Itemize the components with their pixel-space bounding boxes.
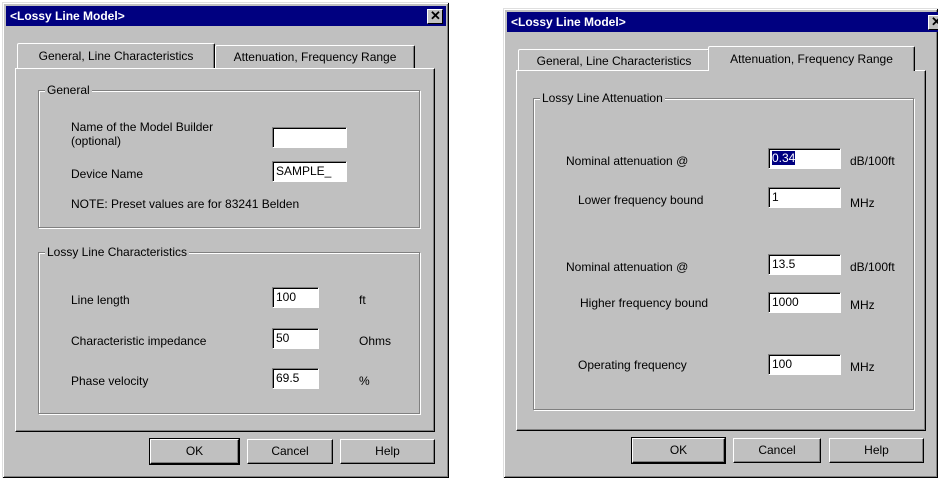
nominal-attenuation-2-label: Nominal attenuation @ — [566, 260, 689, 274]
right-tab-panel: Lossy Line Attenuation Nominal attenuati… — [516, 70, 926, 431]
close-icon: ✕ — [931, 14, 938, 29]
line-length-unit: ft — [359, 293, 366, 307]
nominal-attenuation-1-unit: dB/100ft — [850, 154, 895, 168]
nominal-attenuation-1-input[interactable]: 0.34 — [768, 148, 841, 169]
model-builder-input[interactable] — [272, 127, 347, 148]
left-help-button[interactable]: Help — [340, 439, 435, 464]
help-label: Help — [375, 444, 400, 458]
right-ok-button[interactable]: OK — [631, 437, 726, 464]
right-tab-attenuation[interactable]: Attenuation, Frequency Range — [708, 46, 915, 71]
help-label: Help — [864, 443, 889, 457]
cancel-label: Cancel — [271, 444, 309, 458]
operating-frequency-unit: MHz — [850, 360, 875, 374]
device-name-input[interactable]: SAMPLE_ — [272, 161, 347, 182]
left-dialog-title: <Lossy Line Model> — [10, 9, 125, 23]
impedance-label: Characteristic impedance — [71, 334, 207, 348]
right-help-button[interactable]: Help — [829, 438, 924, 463]
tab-label: Attenuation, Frequency Range — [730, 52, 893, 66]
lower-frequency-unit: MHz — [850, 196, 875, 210]
close-icon: ✕ — [430, 8, 441, 23]
device-name-label: Device Name — [71, 167, 144, 181]
higher-frequency-label: Higher frequency bound — [580, 296, 709, 310]
line-length-label: Line length — [71, 293, 130, 307]
preset-note: NOTE: Preset values are for 83241 Belden — [71, 197, 300, 211]
right-dialog-window: <Lossy Line Model> ✕ General, Line Chara… — [503, 8, 938, 478]
right-tab-general-line[interactable]: General, Line Characteristics — [518, 49, 710, 72]
nominal-attenuation-1-label: Nominal attenuation @ — [566, 154, 689, 168]
left-tab-general-line[interactable]: General, Line Characteristics — [17, 43, 215, 68]
model-builder-optional-label: (optional) — [71, 134, 122, 148]
nominal-attenuation-2-input[interactable]: 13.5 — [768, 254, 841, 275]
ok-label: OK — [185, 444, 204, 458]
lossy-line-group-label: Lossy Line Characteristics — [45, 245, 190, 259]
general-group: General Name of the Model Builder (optio… — [38, 83, 420, 228]
phase-velocity-label: Phase velocity — [71, 374, 149, 388]
line-length-input[interactable]: 100 — [272, 287, 319, 308]
lossy-line-characteristics-group: Lossy Line Characteristics Line length 1… — [38, 245, 420, 414]
cancel-label: Cancel — [758, 443, 796, 457]
left-cancel-button[interactable]: Cancel — [247, 439, 333, 464]
operating-frequency-label: Operating frequency — [578, 358, 687, 372]
ok-label: OK — [669, 443, 688, 457]
left-dialog-window: <Lossy Line Model> ✕ General, Line Chara… — [2, 2, 449, 478]
tab-label: Attenuation, Frequency Range — [233, 50, 397, 64]
lower-frequency-label: Lower frequency bound — [578, 193, 704, 207]
higher-frequency-input[interactable]: 1000 — [768, 292, 841, 313]
phase-velocity-unit: % — [359, 374, 370, 388]
tab-label: General, Line Characteristics — [536, 54, 692, 68]
left-tab-attenuation[interactable]: Attenuation, Frequency Range — [215, 45, 415, 68]
tab-label: General, Line Characteristics — [38, 49, 194, 63]
right-close-button[interactable]: ✕ — [928, 14, 938, 30]
impedance-input[interactable]: 50 — [272, 328, 319, 349]
nominal-attenuation-1-value: 0.34 — [772, 151, 796, 165]
model-builder-label: Name of the Model Builder — [71, 120, 214, 134]
general-group-label: General — [45, 83, 92, 97]
lossy-line-attenuation-group: Lossy Line Attenuation Nominal attenuati… — [533, 91, 914, 410]
lower-frequency-input[interactable]: 1 — [768, 187, 841, 208]
right-title-bar[interactable]: <Lossy Line Model> ✕ — [507, 12, 938, 32]
impedance-unit: Ohms — [359, 334, 392, 348]
right-cancel-button[interactable]: Cancel — [733, 438, 821, 463]
phase-velocity-input[interactable]: 69.5 — [272, 368, 319, 389]
operating-frequency-input[interactable]: 100 — [768, 354, 841, 375]
higher-frequency-unit: MHz — [850, 298, 875, 312]
left-close-button[interactable]: ✕ — [427, 8, 443, 24]
left-title-bar[interactable]: <Lossy Line Model> ✕ — [6, 6, 446, 26]
left-ok-button[interactable]: OK — [149, 438, 240, 465]
left-tab-panel: General Name of the Model Builder (optio… — [15, 68, 435, 432]
right-dialog-title: <Lossy Line Model> — [511, 15, 626, 29]
attenuation-group-label: Lossy Line Attenuation — [540, 91, 665, 105]
nominal-attenuation-2-unit: dB/100ft — [850, 260, 895, 274]
